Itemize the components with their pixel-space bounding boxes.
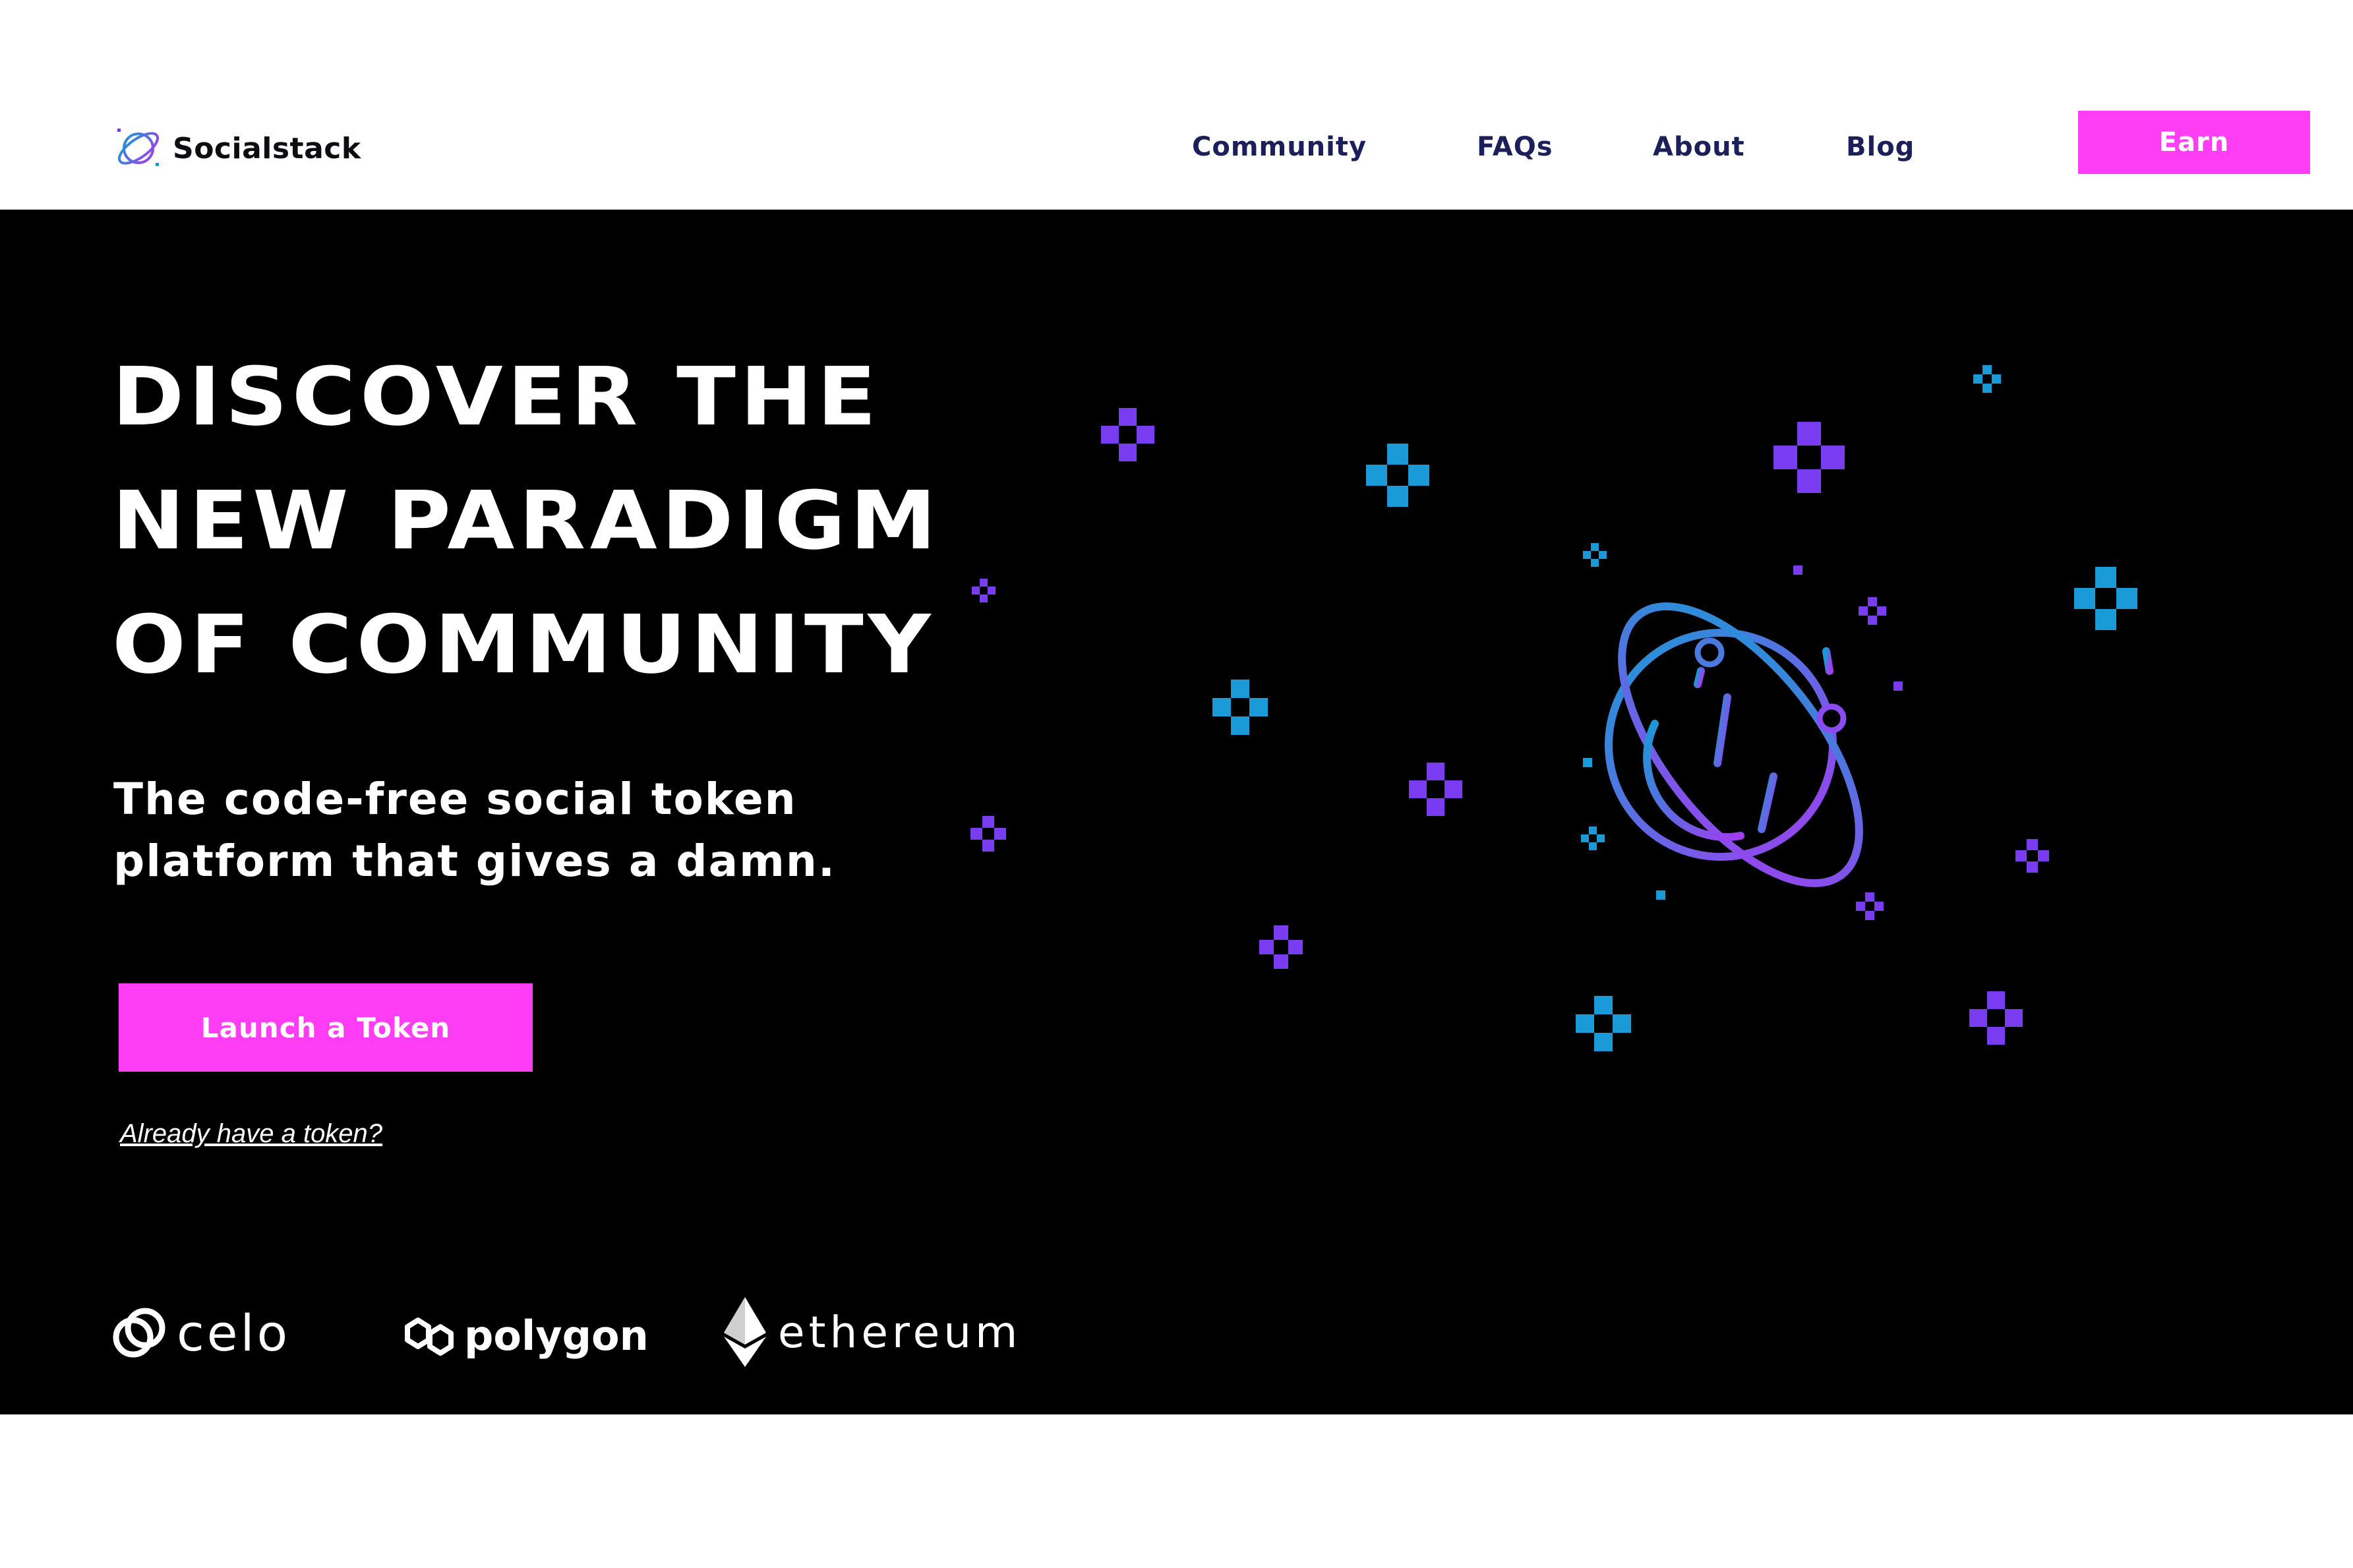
sparkle-icon [1856, 892, 1884, 920]
sparkle-icon [1259, 925, 1303, 969]
nav-blog[interactable]: Blog [1846, 132, 1915, 162]
subheadline-line: platform that gives a damn. [113, 836, 836, 886]
partner-polygon[interactable]: polygon [401, 1312, 649, 1360]
site-header: Socialstack Community FAQs About Blog Ea… [0, 0, 2353, 210]
hero-section: DISCOVER THE NEW PARADIGM OF COMMUNITY T… [0, 210, 2353, 1414]
polygon-label: polygon [464, 1312, 649, 1360]
partner-ethereum[interactable]: ethereum [719, 1296, 1021, 1368]
celo-logo-icon [113, 1308, 165, 1357]
hero-subheadline: The code-free social token platform that… [113, 769, 1102, 892]
brand-name: Socialstack [173, 131, 361, 165]
nav-about[interactable]: About [1653, 132, 1745, 162]
pixel-sparkles [970, 365, 2137, 1051]
brand-logo[interactable]: Socialstack [112, 122, 361, 175]
headline-line: DISCOVER THE [112, 350, 881, 444]
sparkle-icon [1366, 444, 1429, 507]
ethereum-logo-icon [724, 1297, 766, 1367]
ethereum-label: ethereum [778, 1306, 1022, 1358]
headline-line: OF COMMUNITY [112, 598, 936, 691]
sparkle-icon [1212, 680, 1268, 735]
orbit-node-icon [1816, 703, 1847, 734]
earn-button[interactable]: Earn [2078, 111, 2310, 174]
launch-token-button[interactable]: Launch a Token [119, 983, 533, 1072]
sparkle-icon [1859, 597, 1886, 625]
headline-line: NEW PARADIGM [112, 474, 941, 567]
sparkle-icon [1973, 365, 2001, 393]
polygon-logo-icon [405, 1317, 454, 1356]
subheadline-line: The code-free social token [113, 774, 797, 825]
hero-headline: DISCOVER THE NEW PARADIGM OF COMMUNITY [112, 335, 1109, 707]
partner-celo[interactable]: celo [112, 1304, 290, 1362]
already-have-token-link[interactable]: Already have a token? [120, 1119, 382, 1149]
planet-logo-icon [117, 129, 159, 166]
sparkle-icon [1101, 408, 1154, 461]
sparkle-icon [2015, 839, 2049, 873]
sparkle-icon [1583, 543, 1607, 567]
orbit-node-icon [1694, 637, 1725, 668]
sparkle-icon [1969, 991, 2023, 1045]
planet-icon [1605, 602, 1863, 887]
sparkle-icon [1773, 422, 1845, 493]
nav-faqs[interactable]: FAQs [1477, 132, 1553, 162]
sparkle-icon [2074, 567, 2137, 630]
sparkle-icon [1409, 763, 1462, 816]
sparkle-icon [1581, 827, 1605, 850]
celo-label: celo [177, 1304, 291, 1362]
sparkle-icon [1576, 996, 1631, 1051]
nav-community[interactable]: Community [1192, 132, 1367, 162]
